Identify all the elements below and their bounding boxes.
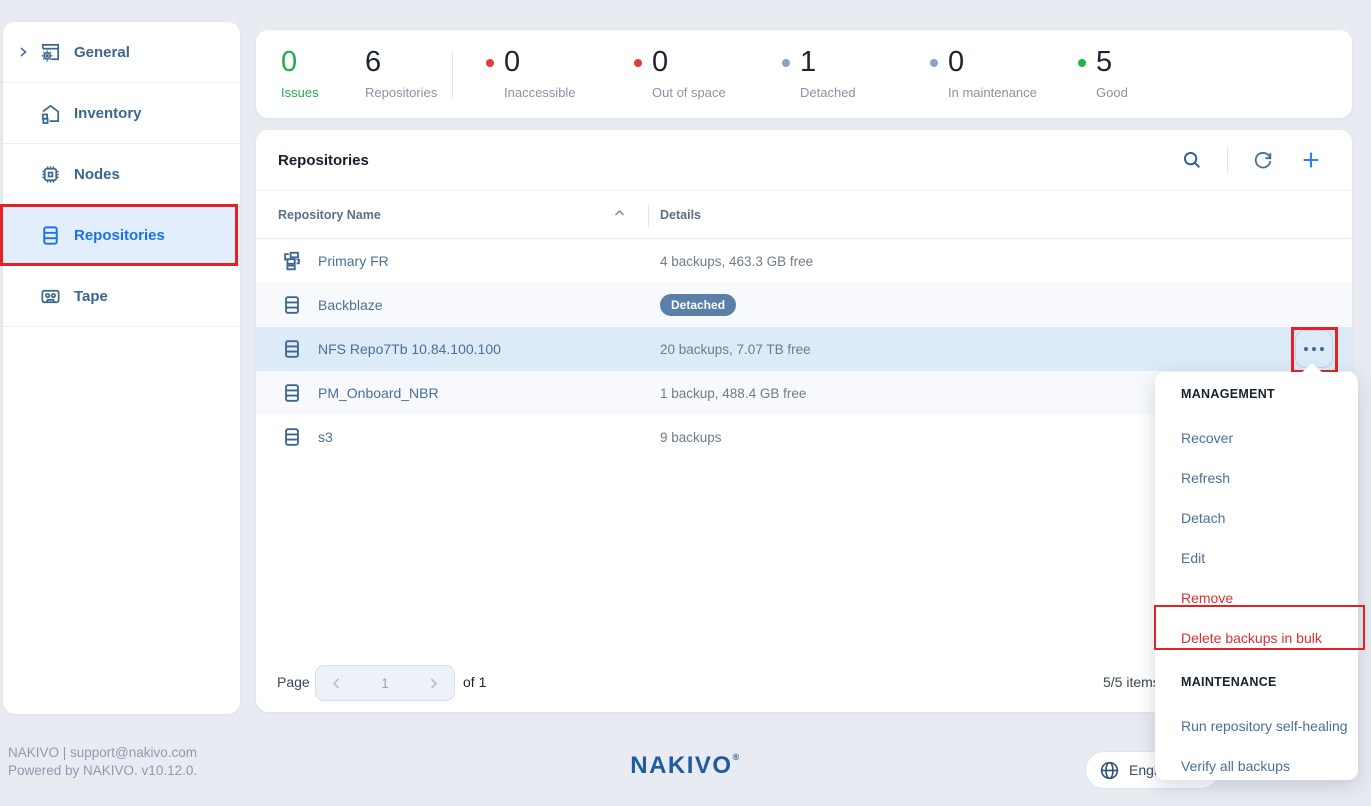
repository-details: 20 backups, 7.07 TB free (660, 342, 811, 357)
sidebar-item-label: Repositories (74, 227, 165, 244)
stat-label: Issues (281, 85, 319, 100)
stat-label: Inaccessible (504, 85, 576, 100)
table-column-headers: Repository Name Details (256, 190, 1352, 239)
status-dot-gray (782, 59, 790, 67)
sidebar-item-label: General (74, 44, 130, 61)
items-count: 5/5 items (1103, 674, 1160, 690)
stats-divider (452, 52, 453, 98)
repositories-icon (38, 223, 62, 247)
status-dot-red (486, 59, 494, 67)
repository-icon (281, 426, 303, 448)
chevron-right-icon[interactable] (17, 46, 29, 58)
repository-name[interactable]: NFS Repo7Tb 10.84.100.100 (318, 341, 501, 357)
stat-value: 1 (800, 46, 856, 78)
table-row[interactable]: Primary FR 4 backups, 463.3 GB free (256, 239, 1352, 283)
current-page-number[interactable]: 1 (381, 675, 389, 691)
column-repository-name[interactable]: Repository Name (278, 208, 381, 222)
sidebar-item-inventory[interactable]: Inventory (3, 83, 240, 144)
column-details: Details (660, 208, 701, 222)
stat-good: 5 Good (1096, 46, 1128, 100)
stat-label: Out of space (652, 85, 726, 100)
menu-item-remove[interactable]: Remove (1155, 578, 1358, 618)
repository-summary-bar: 0 Issues 6 Repositories 0 Inaccessible 0… (256, 30, 1352, 118)
stat-value: 6 (365, 46, 437, 78)
sidebar-item-general[interactable]: General (3, 22, 240, 83)
search-icon[interactable] (1179, 147, 1205, 173)
table-row[interactable]: Backblaze Detached (256, 283, 1352, 327)
menu-item-run-repository-self-healing[interactable]: Run repository self-healing (1155, 706, 1358, 746)
sidebar-item-label: Inventory (74, 105, 142, 122)
page-count-label: of 1 (463, 674, 486, 690)
menu-item-delete-backups-in-bulk[interactable]: Delete backups in bulk (1155, 618, 1358, 658)
detached-status-badge: Detached (660, 294, 736, 316)
repository-details: 9 backups (660, 430, 722, 445)
stat-label: In maintenance (948, 85, 1037, 100)
stat-label: Good (1096, 85, 1128, 100)
next-page-icon[interactable] (427, 677, 440, 690)
repository-icon (281, 382, 303, 404)
repository-name[interactable]: s3 (318, 429, 333, 445)
status-dot-red (634, 59, 642, 67)
panel-title: Repositories (278, 152, 369, 169)
panel-header: Repositories (256, 130, 1352, 190)
sidebar-item-nodes[interactable]: Nodes (3, 144, 240, 205)
menu-item-verify-all-backups[interactable]: Verify all backups (1155, 746, 1358, 786)
scale-out-repository-icon (281, 250, 303, 272)
status-dot-green (1078, 59, 1086, 67)
sort-ascending-icon[interactable] (614, 209, 625, 217)
repository-name[interactable]: PM_Onboard_NBR (318, 385, 439, 401)
menu-pointer-notch (1301, 363, 1323, 373)
stat-label: Repositories (365, 85, 437, 100)
inventory-icon (38, 101, 62, 125)
table-row[interactable]: NFS Repo7Tb 10.84.100.100 20 backups, 7.… (256, 327, 1352, 371)
sidebar: General Inventory Nodes Repositories (3, 22, 240, 714)
repository-details: 1 backup, 488.4 GB free (660, 386, 806, 401)
add-repository-icon[interactable] (1298, 147, 1324, 173)
repository-icon (281, 338, 303, 360)
stat-label: Detached (800, 85, 856, 100)
repository-name[interactable]: Primary FR (318, 253, 389, 269)
repository-icon (281, 294, 303, 316)
stat-detached: 1 Detached (800, 46, 856, 100)
menu-section-management: MANAGEMENT (1155, 374, 1358, 414)
stat-value: 0 (652, 46, 726, 78)
status-dot-gray (930, 59, 938, 67)
repository-actions-menu: MANAGEMENT Recover Refresh Detach Edit R… (1155, 372, 1358, 780)
repository-details: 4 backups, 463.3 GB free (660, 254, 813, 269)
page-selector: 1 (315, 665, 455, 701)
sidebar-item-label: Nodes (74, 166, 120, 183)
nodes-icon (38, 162, 62, 186)
menu-item-refresh[interactable]: Refresh (1155, 458, 1358, 498)
stat-in-maintenance: 0 In maintenance (948, 46, 1037, 100)
stat-value: 0 (281, 46, 319, 78)
previous-page-icon[interactable] (330, 677, 343, 690)
sidebar-item-label: Tape (74, 288, 108, 305)
nakivo-logo: NAKIVO® (630, 752, 740, 779)
page-label: Page (277, 674, 310, 690)
sidebar-item-tape[interactable]: Tape (3, 266, 240, 327)
stat-value: 0 (504, 46, 576, 78)
menu-item-edit[interactable]: Edit (1155, 538, 1358, 578)
menu-item-detach[interactable]: Detach (1155, 498, 1358, 538)
tape-icon (38, 284, 62, 308)
stat-value: 0 (948, 46, 1037, 78)
sidebar-item-repositories[interactable]: Repositories (3, 205, 240, 266)
menu-item-recover[interactable]: Recover (1155, 418, 1358, 458)
stat-value: 5 (1096, 46, 1128, 78)
general-settings-icon (38, 40, 62, 64)
repository-name[interactable]: Backblaze (318, 297, 383, 313)
refresh-icon[interactable] (1250, 147, 1276, 173)
menu-section-maintenance: MAINTENANCE (1155, 662, 1358, 702)
stat-inaccessible: 0 Inaccessible (504, 46, 576, 100)
stat-out-of-space: 0 Out of space (652, 46, 726, 100)
actions-divider (1227, 147, 1228, 173)
globe-icon (1099, 760, 1120, 781)
stat-issues: 0 Issues (281, 46, 319, 100)
stat-repositories: 6 Repositories (365, 46, 437, 100)
column-divider (648, 204, 649, 228)
